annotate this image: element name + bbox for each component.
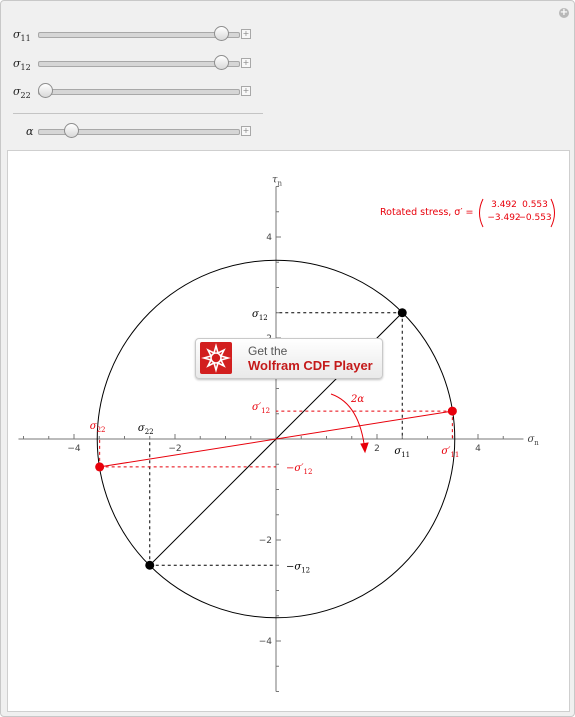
matrix-left-bracket (479, 198, 484, 228)
angle-arrowhead (360, 442, 369, 454)
slider-row-sigma11: σ11 + (1, 25, 261, 45)
mohr-circle-svg: −4−22442−2−4σnτnσ12−σ12σ11σ22σ′12−σ′12σ′… (18, 175, 555, 692)
cdf-badge-line1: Get the (248, 344, 288, 358)
y-tick-label: 4 (266, 233, 272, 243)
matrix-title: Rotated stress, σ′ = (380, 207, 473, 218)
slider-expand-icon[interactable]: + (241, 126, 251, 136)
slider-track-sigma11[interactable] (38, 32, 240, 38)
wolfram-spikey-icon (200, 342, 232, 374)
slider-label-sigma22: σ22 (13, 85, 31, 101)
matrix-cell: 3.492 (491, 200, 517, 210)
slider-track-sigma22[interactable] (38, 89, 240, 95)
original-stress-point (145, 560, 155, 570)
matrix-cell: −3.492 (487, 213, 520, 223)
label-sigma11-rot: σ′11 (441, 446, 459, 459)
rotated-stress-point (447, 406, 457, 416)
slider-row-alpha: α + (1, 122, 261, 142)
y-tick-label: −2 (259, 536, 272, 546)
panel-options-icon[interactable]: + (559, 8, 569, 18)
cdf-player-badge[interactable]: Get the Wolfram CDF Player (195, 338, 383, 379)
x-tick-label: 4 (475, 444, 481, 454)
x-axis-label: σn (527, 434, 539, 447)
label-2alpha: 2α (350, 394, 364, 405)
label-sigma12-rot: σ′12 (252, 402, 270, 415)
slider-track-sigma12[interactable] (38, 61, 240, 67)
slider-expand-icon[interactable]: + (241, 29, 251, 39)
label-minus-sigma12: −σ12 (286, 561, 310, 574)
slider-label-sigma11: σ11 (13, 28, 31, 44)
slider-expand-icon[interactable]: + (241, 86, 251, 96)
slider-thumb-sigma22[interactable] (38, 83, 53, 98)
y-axis-label: τn (272, 175, 283, 188)
slider-label-alpha: α (26, 125, 34, 138)
x-tick-label: −4 (67, 444, 81, 454)
slider-label-sigma12: σ12 (13, 57, 31, 73)
cdf-badge-line2: Wolfram CDF Player (248, 358, 373, 373)
label-sigma22: σ22 (138, 423, 154, 436)
y-tick-label: −4 (259, 637, 273, 647)
slider-row-sigma22: σ22 + (1, 82, 261, 102)
controls-divider (13, 113, 263, 114)
label-sigma12: σ12 (252, 309, 268, 322)
label-sigma11: σ11 (394, 446, 410, 459)
rotated-stress-point (95, 462, 105, 472)
label-minus-sigma12-rot: −σ′12 (286, 463, 312, 476)
mohr-circle-plot: −4−22442−2−4σnτnσ12−σ12σ11σ22σ′12−σ′12σ′… (7, 150, 570, 712)
x-tick-label: 2 (374, 444, 380, 454)
slider-thumb-sigma11[interactable] (213, 26, 229, 41)
x-tick-label: −2 (168, 444, 181, 454)
slider-thumb-sigma12[interactable] (213, 55, 229, 70)
matrix-cell: 0.553 (522, 200, 548, 210)
slider-thumb-alpha[interactable] (63, 123, 79, 138)
matrix-cell: −0.553 (518, 213, 551, 223)
original-stress-point (397, 308, 407, 318)
slider-expand-icon[interactable]: + (241, 58, 251, 68)
slider-row-sigma12: σ12 + (1, 54, 261, 74)
